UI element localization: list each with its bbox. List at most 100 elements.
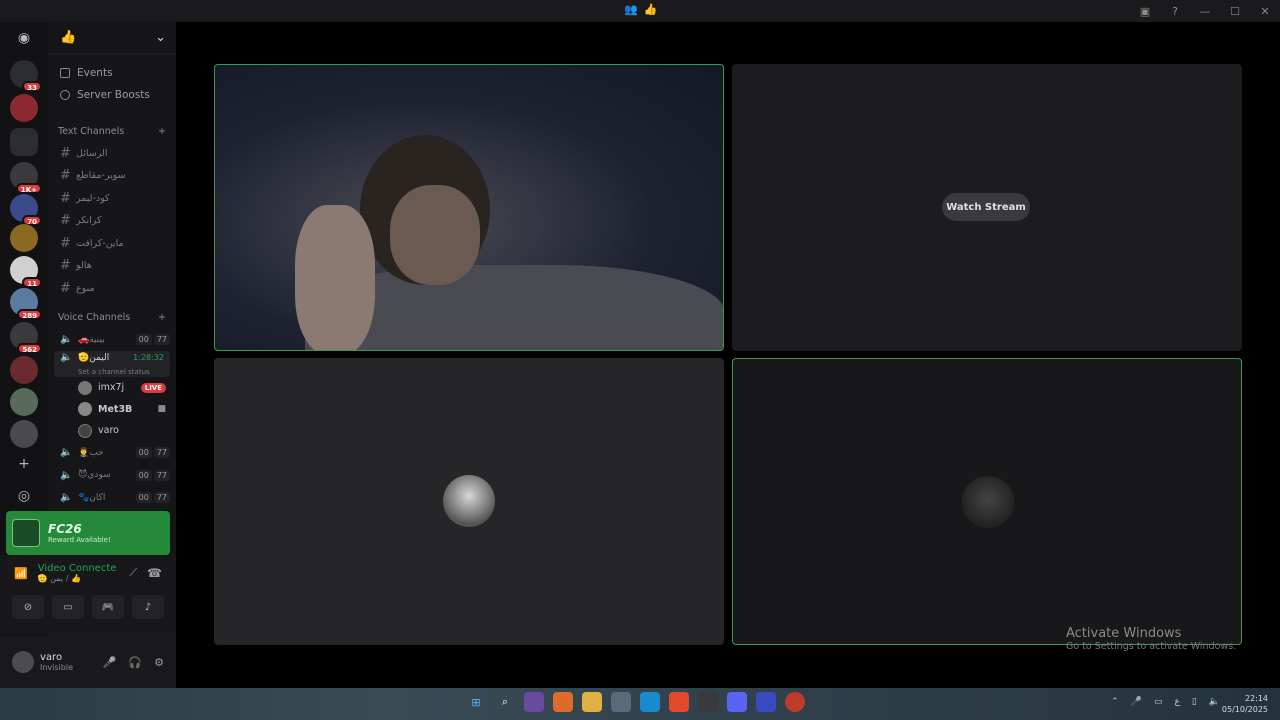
events-label: Events bbox=[77, 67, 113, 79]
file-explorer-icon[interactable] bbox=[582, 692, 602, 712]
video-tile-stream[interactable]: Watch Stream bbox=[732, 64, 1242, 351]
boost-icon bbox=[60, 90, 70, 100]
start-icon[interactable]: ⊞ bbox=[466, 692, 486, 712]
channel-name: 🤵‍♂️حب bbox=[78, 447, 104, 458]
voice-member[interactable]: Met3B ■ bbox=[48, 399, 176, 421]
video-tile-avatar[interactable] bbox=[214, 358, 724, 645]
text-channel[interactable]: # هالو bbox=[48, 255, 176, 278]
network-icon[interactable]: ▯ bbox=[1192, 697, 1197, 707]
user-controls: 🎤 🎧 ⚙ bbox=[103, 656, 176, 669]
voice-channel[interactable]: 🔈 🐾اكان 00 77 bbox=[48, 487, 176, 510]
close-button[interactable]: ✕ bbox=[1250, 0, 1280, 22]
plus-icon[interactable]: + bbox=[158, 312, 166, 323]
voice-channel[interactable]: 🔈 🚗بينية 00 77 bbox=[48, 329, 176, 352]
user-panel: varo Invisible 🎤 🎧 ⚙ bbox=[0, 636, 176, 688]
gear-icon[interactable]: ⚙ bbox=[154, 656, 164, 669]
voice-channel[interactable]: 🔈 😈سودي 00 77 bbox=[48, 464, 176, 487]
promo-subtitle: Reward Available! bbox=[48, 536, 111, 544]
clock-time: 22:14 bbox=[1244, 694, 1268, 703]
server-icon[interactable] bbox=[10, 388, 38, 416]
server-icon[interactable]: 1K+ bbox=[10, 162, 42, 194]
voice-channels-header[interactable]: Voice Channels + bbox=[48, 307, 176, 329]
signal-icon[interactable]: 📶 bbox=[14, 567, 28, 580]
screen-share-button[interactable]: ▭ bbox=[52, 595, 84, 619]
server-icon[interactable] bbox=[10, 356, 38, 384]
server-header[interactable]: 👍 ⌄ bbox=[48, 22, 176, 54]
video-tile-avatar-speaking[interactable] bbox=[732, 358, 1242, 645]
maximize-button[interactable]: ☐ bbox=[1220, 0, 1250, 22]
title-center: 👥 👍 bbox=[624, 3, 657, 16]
app-icon[interactable] bbox=[785, 692, 805, 712]
copilot-icon[interactable] bbox=[553, 692, 573, 712]
edge-icon[interactable] bbox=[640, 692, 660, 712]
promo-banner[interactable]: FC26 Reward Available! bbox=[6, 511, 170, 555]
voice-status-subtitle[interactable]: 🫡 يمن / 👍 bbox=[38, 574, 117, 583]
server-icon[interactable] bbox=[10, 94, 38, 122]
app-icon[interactable] bbox=[756, 692, 776, 712]
voice-channel-active[interactable]: 🔈 🫡اليمن 1:28:32 Set a channel status bbox=[54, 351, 170, 377]
app-icon[interactable] bbox=[524, 692, 544, 712]
server-icon[interactable]: 70 bbox=[10, 194, 42, 226]
hash-icon: # bbox=[60, 235, 71, 251]
text-channel[interactable]: # ماين-كرافت bbox=[48, 232, 176, 255]
noise-suppression-icon[interactable]: ⟋ bbox=[129, 566, 137, 580]
voice-channel[interactable]: 🔈 🤵‍♂️حب 00 77 bbox=[48, 442, 176, 465]
server-icon[interactable]: 11 bbox=[10, 256, 42, 288]
display-icon[interactable]: ▭ bbox=[1154, 697, 1163, 707]
text-channel[interactable]: # سوير-مقاطع bbox=[48, 165, 176, 188]
headphones-icon[interactable]: 🎧 bbox=[128, 656, 142, 669]
server-boosts-link[interactable]: Server Boosts bbox=[48, 84, 176, 106]
server-icon[interactable]: 562 bbox=[10, 322, 42, 354]
server-icon[interactable] bbox=[10, 420, 38, 448]
brave-icon[interactable] bbox=[669, 692, 689, 712]
inbox-icon[interactable]: ▣ bbox=[1130, 0, 1160, 22]
voice-member[interactable]: imx7j LIVE bbox=[48, 377, 176, 399]
count-current: 00 bbox=[135, 469, 152, 481]
discover-icon[interactable]: ◎ bbox=[14, 486, 34, 506]
language-icon[interactable]: ع bbox=[1174, 697, 1179, 707]
text-channel[interactable]: # منوع bbox=[48, 277, 176, 300]
server-icon[interactable]: 289 bbox=[10, 288, 42, 320]
avatar[interactable] bbox=[12, 651, 34, 673]
microphone-icon[interactable]: 🎤 bbox=[1131, 697, 1142, 707]
mention-badge: 562 bbox=[17, 343, 42, 354]
chevron-up-icon[interactable]: ⌃ bbox=[1111, 697, 1119, 707]
volume-icon[interactable]: 🔈 bbox=[1209, 697, 1220, 707]
window-controls: ▣ ? — ☐ ✕ bbox=[1130, 0, 1280, 22]
section-label: Text Channels bbox=[58, 125, 125, 137]
taskbar-clock[interactable]: 22:14 05/10/2025 bbox=[1222, 693, 1268, 715]
watermark-subtitle: Go to Settings to activate Windows. bbox=[1066, 641, 1237, 652]
plus-icon[interactable]: + bbox=[158, 126, 166, 137]
disconnect-icon[interactable]: ☎ bbox=[147, 566, 176, 580]
speaker-icon: 🔈 bbox=[60, 447, 73, 459]
voice-status: 📶 Video Connecte 🫡 يمن / 👍 ⟋ ☎ bbox=[0, 555, 176, 591]
camera-off-button[interactable]: ⊘ bbox=[12, 595, 44, 619]
microphone-icon[interactable]: 🎤 bbox=[103, 656, 117, 669]
folder-icon[interactable] bbox=[10, 128, 38, 156]
channel-name: منوع bbox=[76, 282, 95, 294]
add-server-icon[interactable]: + bbox=[14, 454, 34, 474]
video-icon: ■ bbox=[157, 404, 166, 415]
text-channel[interactable]: # كرانكر bbox=[48, 210, 176, 233]
text-channel[interactable]: # كود-ليمر bbox=[48, 187, 176, 210]
server-icon[interactable] bbox=[10, 224, 38, 252]
voice-member[interactable]: varo bbox=[48, 420, 176, 442]
text-channels-header[interactable]: Text Channels + bbox=[48, 120, 176, 142]
avatar bbox=[78, 380, 92, 395]
discord-icon[interactable] bbox=[727, 692, 747, 712]
events-link[interactable]: Events bbox=[48, 62, 176, 84]
help-icon[interactable]: ? bbox=[1160, 0, 1190, 22]
server-icon[interactable]: 33 bbox=[10, 60, 42, 92]
store-icon[interactable] bbox=[611, 692, 631, 712]
video-tile-camera[interactable] bbox=[214, 64, 724, 351]
voice-status-title[interactable]: Video Connecte bbox=[38, 563, 117, 574]
soundboard-button[interactable]: ♪ bbox=[132, 595, 164, 619]
watch-stream-button[interactable]: Watch Stream bbox=[942, 193, 1030, 221]
minimize-button[interactable]: — bbox=[1190, 0, 1220, 22]
channel-status[interactable]: Set a channel status bbox=[60, 368, 164, 376]
discord-home-icon[interactable]: ◉ bbox=[14, 28, 34, 48]
activity-button[interactable]: 🎮 bbox=[92, 595, 124, 619]
settings-icon[interactable] bbox=[698, 692, 718, 712]
text-channel[interactable]: # الرسائل bbox=[48, 142, 176, 165]
search-icon[interactable]: ⌕ bbox=[495, 692, 515, 712]
